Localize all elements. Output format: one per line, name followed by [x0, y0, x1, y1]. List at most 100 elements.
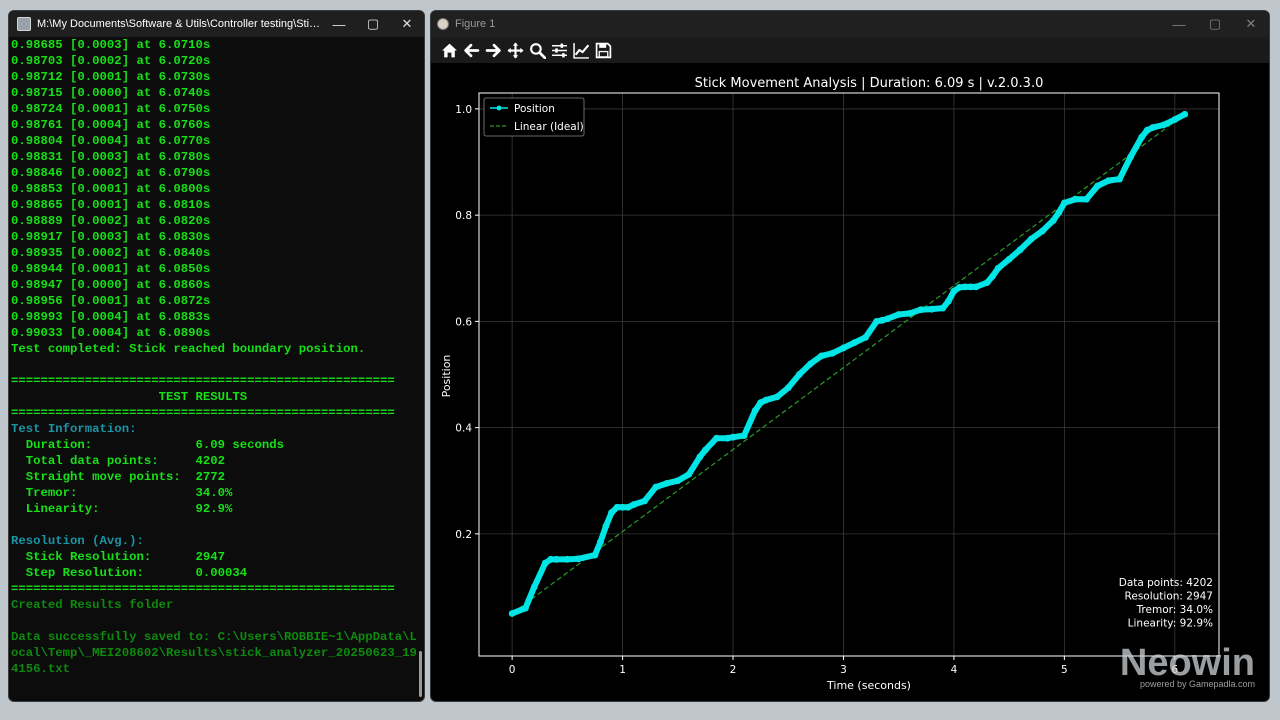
maximize-button[interactable]: ▢: [356, 11, 390, 37]
stats-line: Linearity: 92.9%: [1128, 618, 1213, 630]
console-line: 0.98703 [0.0002] at 6.0720s: [11, 54, 211, 68]
position-point: [608, 509, 615, 516]
console-line: 0.98712 [0.0001] at 6.0730s: [11, 70, 211, 84]
stick-movement-chart[interactable]: 0 1 2 3 4 5 60.20.40.60.81.0 Stick Movement An…: [431, 63, 1269, 701]
console-line: TEST RESULTS: [11, 390, 248, 404]
console-titlebar[interactable]: M:\My Documents\Software & Utils\Control…: [9, 11, 424, 37]
position-point: [762, 396, 770, 404]
x-tick-label: 0: [509, 664, 516, 676]
close-button[interactable]: ✕: [390, 11, 424, 37]
neowin-watermark: Neowin powered by Gamepadla.com: [1120, 642, 1255, 689]
figure-window: Figure 1 — ▢ ✕ 0 1 2 3 4 5 6 0.2 0.4 0.6…: [430, 10, 1270, 702]
x-tick-label: 2: [730, 664, 737, 676]
minimize-button[interactable]: —: [322, 11, 356, 37]
position-point: [989, 272, 996, 280]
console-line: 4156.txt: [11, 662, 71, 676]
position-point: [740, 432, 748, 439]
position-point: [851, 339, 858, 347]
legend-position-label: Position: [514, 103, 555, 115]
ideal-linear-line: [511, 113, 1186, 614]
position-point: [972, 283, 980, 291]
position-point: [521, 604, 529, 612]
position-point: [563, 555, 571, 563]
position-point: [994, 264, 1002, 272]
back-button[interactable]: [461, 39, 482, 61]
position-point: [1138, 133, 1146, 141]
position-point: [917, 306, 925, 314]
figure-minimize-button[interactable]: —: [1161, 11, 1197, 37]
console-window-title: M:\My Documents\Software & Utils\Control…: [37, 18, 322, 30]
console-line: 0.98761 [0.0004] at 6.0760s: [11, 118, 211, 132]
console-line: Linearity: 92.9%: [11, 502, 233, 516]
position-point: [1005, 255, 1013, 263]
console-line: Step Resolution: 0.00034: [11, 566, 248, 580]
position-point: [806, 360, 814, 368]
position-point: [945, 297, 952, 305]
position-point: [884, 315, 892, 323]
console-line: 0.98865 [0.0001] at 6.0810s: [11, 198, 211, 212]
position-point: [817, 352, 825, 360]
console-window: M:\My Documents\Software & Utils\Control…: [8, 10, 425, 702]
y-tick-label: 0.8: [455, 210, 472, 222]
figure-toolbar: [431, 37, 1269, 63]
x-tick-label: 5: [1061, 664, 1068, 676]
position-point: [928, 305, 936, 313]
position-point: [602, 522, 610, 530]
position-point: [1116, 175, 1123, 183]
home-button[interactable]: [439, 39, 460, 61]
console-line: Created Results folder: [11, 598, 174, 612]
forward-arrow-icon: [485, 43, 501, 57]
position-point: [1127, 153, 1135, 161]
console-line: 0.98804 [0.0004] at 6.0770s: [11, 134, 211, 148]
x-tick-label: 3: [840, 664, 847, 676]
position-point: [751, 407, 759, 415]
stats-line: Tremor: 34.0%: [1136, 604, 1213, 616]
position-point: [674, 477, 682, 485]
pan-button[interactable]: [505, 39, 526, 61]
configure-subplots-icon: [552, 43, 567, 57]
forward-button[interactable]: [483, 39, 504, 61]
position-point: [1060, 199, 1068, 207]
position-point: [829, 349, 836, 357]
position-point: [939, 304, 947, 312]
position-point: [1027, 235, 1035, 243]
console-output[interactable]: 0.98685 [0.0003] at 6.0710s 0.98703 [0.00…: [9, 37, 416, 701]
x-tick-label: 1: [619, 664, 626, 676]
edit-axis-button[interactable]: [571, 39, 592, 61]
position-point: [591, 551, 599, 559]
console-line: 0.98724 [0.0001] at 6.0750s: [11, 102, 211, 116]
console-scrollbar[interactable]: [419, 651, 422, 697]
position-point: [862, 333, 869, 341]
console-line: 0.98947 [0.0000] at 6.0860s: [11, 278, 211, 292]
console-line: 0.98831 [0.0003] at 6.0780s: [11, 150, 211, 164]
console-line: 0.98993 [0.0004] at 6.0883s: [11, 310, 211, 324]
save-button[interactable]: [593, 39, 614, 61]
chart-title: Stick Movement Analysis | Duration: 6.09…: [695, 76, 1044, 91]
position-point: [784, 384, 792, 392]
position-point: [795, 371, 803, 378]
console-line: 0.98956 [0.0001] at 6.0872s: [11, 294, 211, 308]
position-point: [630, 501, 638, 509]
y-tick-label: 0.4: [455, 423, 472, 435]
console-line: Test completed: Stick reached boundary p…: [11, 342, 366, 356]
position-point: [552, 555, 560, 563]
x-tick-label: 4: [951, 664, 958, 676]
position-point: [641, 497, 649, 505]
legend-ideal-label: Linear (Ideal): [514, 121, 584, 133]
position-point: [906, 310, 914, 317]
position-point: [652, 483, 660, 491]
console-line: Total data points: 4202: [11, 454, 226, 468]
figure-close-button[interactable]: ✕: [1233, 11, 1269, 37]
console-line: 0.98685 [0.0003] at 6.0710s: [11, 38, 211, 52]
console-line: 0.98935 [0.0002] at 6.0840s: [11, 246, 211, 260]
configure-subplots-button[interactable]: [549, 39, 570, 61]
y-tick-label: 0.2: [455, 529, 472, 541]
zoom-button[interactable]: [527, 39, 548, 61]
position-point: [1181, 110, 1189, 118]
figure-maximize-button[interactable]: ▢: [1197, 11, 1233, 37]
plot-canvas[interactable]: 0 1 2 3 4 5 6 0.2 0.4 0.6 0.8 1.0 Stick Movement An…: [431, 63, 1269, 701]
figure-titlebar[interactable]: Figure 1 — ▢ ✕: [431, 11, 1269, 37]
position-point: [1049, 217, 1057, 224]
